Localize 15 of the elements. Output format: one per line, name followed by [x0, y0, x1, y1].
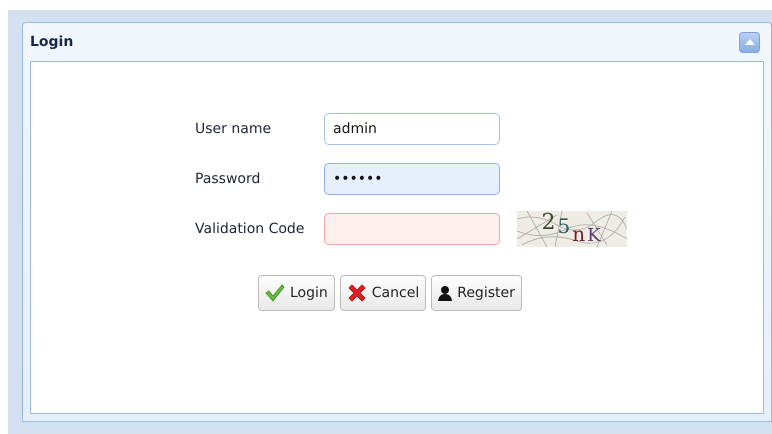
checkmark-icon — [265, 284, 285, 302]
button[interactable]: Login — [258, 275, 335, 311]
field-label: Validation Code — [195, 220, 306, 236]
panel-title: Login — [30, 34, 74, 50]
field-label: User name — [195, 120, 272, 136]
person-icon — [438, 285, 452, 301]
button[interactable]: Cancel — [340, 275, 426, 311]
collapse-icon — [744, 38, 756, 46]
field-label: Password — [195, 170, 262, 186]
cross-icon — [346, 283, 367, 303]
input-field[interactable]: •••••• — [324, 162, 500, 194]
button[interactable]: Register — [431, 275, 522, 311]
collapse-button[interactable] — [739, 32, 760, 52]
input-field[interactable] — [324, 212, 500, 244]
input-field[interactable]: admin — [324, 112, 500, 144]
